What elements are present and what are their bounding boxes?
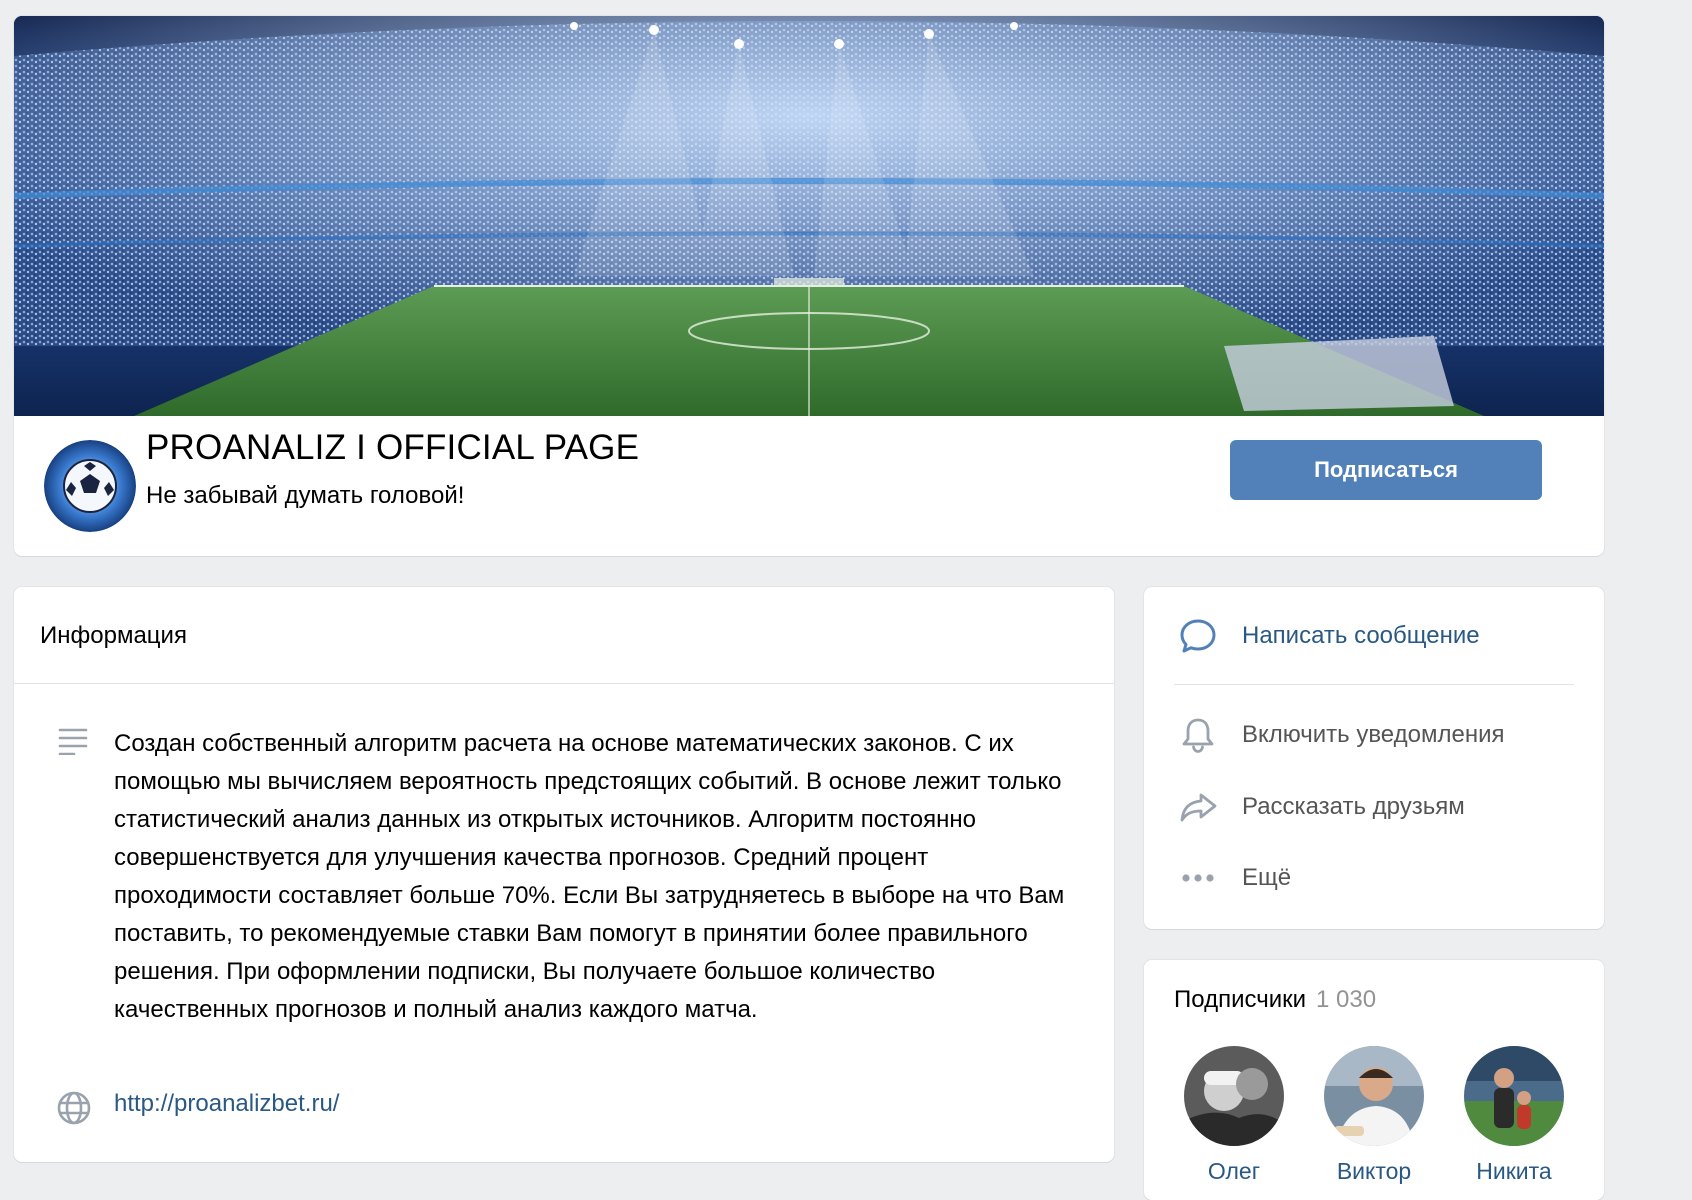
bell-icon: [1176, 713, 1220, 757]
group-avatar[interactable]: [44, 440, 136, 532]
more-dots-icon: [1176, 856, 1220, 900]
followers-header[interactable]: Подписчики 1 030: [1174, 986, 1376, 1014]
follower-item[interactable]: Никита: [1459, 1046, 1569, 1185]
globe-icon: [56, 1090, 92, 1126]
group-status: Не забывай думать головой!: [146, 482, 465, 509]
group-title: PROANALIZ I OFFICIAL PAGE: [146, 428, 640, 467]
info-divider: [14, 683, 1114, 684]
website-link[interactable]: http://proanalizbet.ru/: [114, 1090, 339, 1118]
speech-bubble-icon: [1176, 614, 1220, 658]
follower-name: Виктор: [1336, 1158, 1412, 1184]
enable-notifications-button[interactable]: Включить уведомления: [1176, 713, 1505, 757]
share-arrow-icon: [1176, 785, 1220, 829]
enable-notifications-label: Включить уведомления: [1242, 721, 1505, 748]
share-label: Рассказать друзьям: [1242, 793, 1465, 820]
avatar: [1184, 1046, 1284, 1146]
text-lines-icon: [58, 727, 88, 756]
follower-name: Никита: [1476, 1158, 1552, 1184]
followers-count: 1 030: [1316, 986, 1377, 1013]
follower-item[interactable]: Олег: [1179, 1046, 1289, 1185]
avatar: [1464, 1046, 1564, 1146]
write-message-button[interactable]: Написать сообщение: [1176, 614, 1480, 658]
write-message-label: Написать сообщение: [1242, 622, 1480, 649]
info-title: Информация: [40, 622, 187, 649]
follower-name: Олег: [1207, 1158, 1261, 1184]
group-description: Создан собственный алгоритм расчета на о…: [114, 730, 1065, 1023]
avatar: [1324, 1046, 1424, 1146]
cover-image: [14, 16, 1604, 416]
more-label: Ещё: [1242, 864, 1292, 891]
follower-item[interactable]: Виктор: [1319, 1046, 1429, 1185]
more-button[interactable]: Ещё: [1176, 856, 1291, 900]
share-button[interactable]: Рассказать друзьям: [1176, 785, 1465, 829]
actions-divider: [1174, 684, 1574, 685]
followers-title: Подписчики: [1174, 986, 1307, 1013]
subscribe-button[interactable]: Подписаться: [1230, 440, 1542, 500]
